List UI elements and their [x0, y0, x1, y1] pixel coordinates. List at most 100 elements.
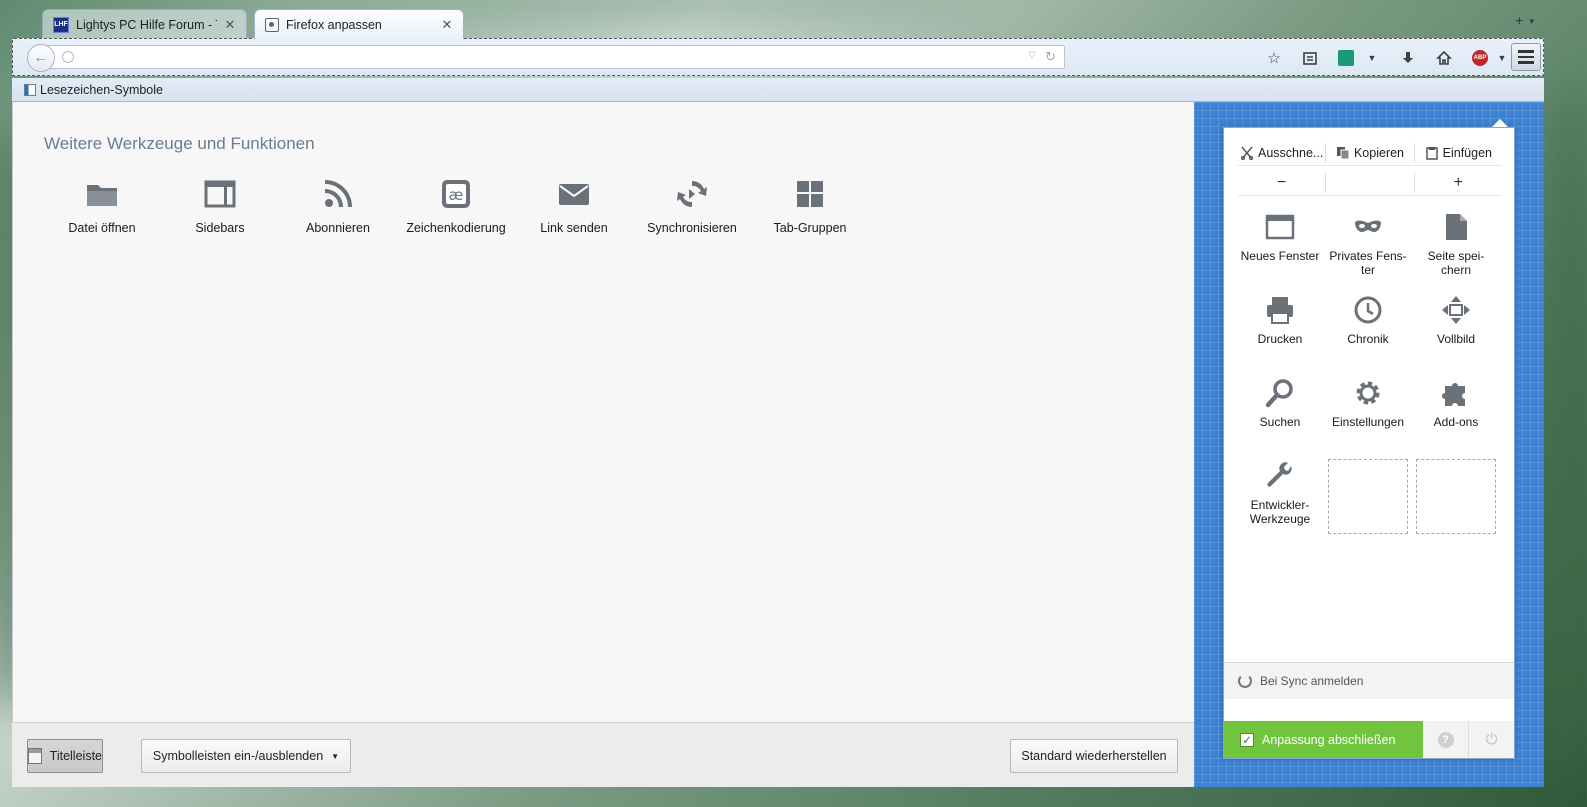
- downloads-icon[interactable]: [1397, 47, 1419, 69]
- palette-item-email-link[interactable]: Link senden: [515, 177, 633, 235]
- tabstrip-controls: + ▾: [1515, 12, 1534, 28]
- lhf-favicon-icon: LHF: [53, 16, 69, 33]
- navigation-toolbar: ← ▽ ↻ ☆ ▼ ABP ▼: [12, 38, 1544, 76]
- copy-button[interactable]: Kopieren: [1325, 142, 1413, 163]
- empty-slot-placeholder: [1416, 459, 1496, 534]
- panel-item-label: Einstellungen: [1331, 415, 1405, 429]
- sync-label: Bei Sync anmelden: [1260, 674, 1364, 688]
- panel-item-new-window[interactable]: Neues Fenster: [1236, 210, 1324, 293]
- panel-item-label: Drucken: [1257, 332, 1303, 346]
- copy-label: Kopieren: [1353, 145, 1405, 160]
- palette-item-label: Tab-Gruppen: [773, 221, 847, 235]
- paste-button[interactable]: Einfügen: [1413, 142, 1502, 163]
- palette-item-label: Link senden: [540, 221, 608, 235]
- new-tab-icon[interactable]: +: [1515, 12, 1523, 28]
- palette-item-label: Zeichenkodierung: [406, 221, 506, 235]
- bookmarks-toolbar: Lesezeichen-Symbole: [12, 78, 1544, 102]
- panel-item-label: Privates Fens-ter: [1329, 249, 1407, 277]
- palette-item-open-file[interactable]: Datei öffnen: [43, 177, 161, 235]
- url-bar[interactable]: ▽ ↻: [39, 45, 1065, 69]
- zoom-reset-button[interactable]: [1325, 172, 1413, 193]
- help-button[interactable]: ?: [1423, 721, 1468, 758]
- sync-signin-row[interactable]: Bei Sync anmelden: [1224, 662, 1514, 699]
- titlebar-toggle-button[interactable]: Titelleiste: [27, 739, 103, 773]
- history-dropdown-icon[interactable]: ▽: [1028, 50, 1036, 61]
- tab-groups-icon: [797, 181, 823, 207]
- page-title: Weitere Werkzeuge und Funktionen: [44, 134, 315, 153]
- sync-icon: [1238, 674, 1252, 688]
- panel-item-print[interactable]: Drucken: [1236, 293, 1324, 376]
- palette-item-subscribe[interactable]: Abonnieren: [279, 177, 397, 235]
- panel-item-developer-tools[interactable]: Entwickler- Werkzeuge: [1236, 459, 1324, 542]
- gear-icon: [1356, 381, 1380, 405]
- panel-item-fullscreen[interactable]: Vollbild: [1412, 293, 1500, 376]
- page-icon: [1446, 214, 1467, 240]
- close-icon[interactable]: ✕: [224, 17, 236, 33]
- restore-label: Standard wiederherstellen: [1021, 749, 1167, 763]
- panel-arrow: [1492, 119, 1508, 127]
- help-icon: ?: [1437, 731, 1454, 748]
- printer-icon: [1267, 297, 1293, 324]
- dropdown-arrow-icon: ▼: [331, 751, 340, 761]
- exit-customize-button[interactable]: ✓ Anpassung abschließen: [1224, 721, 1423, 758]
- puzzle-icon: [1442, 383, 1465, 406]
- sidebar-icon: [204, 180, 236, 208]
- restore-defaults-button[interactable]: Standard wiederherstellen: [1010, 739, 1178, 773]
- bookmarks-folder-icon: [24, 83, 36, 96]
- tab-lightys-forum[interactable]: LHF Lightys PC Hilfe Forum - T... ✕: [42, 9, 247, 39]
- fullscreen-icon: [1442, 296, 1470, 324]
- panel-item-preferences[interactable]: Einstellungen: [1324, 376, 1412, 459]
- clock-icon: [1354, 296, 1382, 324]
- bookmark-star-icon[interactable]: ☆: [1263, 47, 1285, 69]
- window-icon: [1265, 214, 1295, 240]
- identity-globe-icon: [62, 51, 74, 63]
- bookmarks-toolbar-item[interactable]: Lesezeichen-Symbole: [40, 83, 163, 97]
- encoding-icon: æ: [442, 180, 470, 208]
- palette-item-label: Abonnieren: [306, 221, 370, 235]
- zoom-controls: − +: [1238, 170, 1502, 196]
- wrench-icon: [1267, 462, 1292, 487]
- tab-firefox-anpassen[interactable]: Firefox anpassen ✕: [254, 9, 464, 39]
- panel-item-private-window[interactable]: Privates Fens-ter: [1324, 210, 1412, 293]
- cut-button[interactable]: Ausschne...: [1238, 143, 1325, 163]
- zoom-out-button[interactable]: −: [1238, 173, 1325, 193]
- tab-strip: LHF Lightys PC Hilfe Forum - T... ✕ Fire…: [12, 6, 1544, 39]
- palette-item-sync[interactable]: Synchronisieren: [633, 177, 751, 235]
- quit-button[interactable]: ⏻: [1468, 721, 1514, 758]
- panel-item-history[interactable]: Chronik: [1324, 293, 1412, 376]
- palette-item-encoding[interactable]: æ Zeichenkodierung: [397, 177, 515, 235]
- bookmarks-menu-icon[interactable]: [1299, 47, 1321, 69]
- toolbars-label: Symbolleisten ein-/ausblenden: [152, 749, 324, 763]
- panel-item-save-page[interactable]: Seite spei-chern: [1412, 210, 1500, 293]
- panel-item-label: Vollbild: [1436, 332, 1476, 346]
- panel-item-find[interactable]: Suchen: [1236, 376, 1324, 459]
- svg-text:æ: æ: [449, 186, 464, 204]
- panel-items-grid: Neues Fenster Privates Fens-ter Seite sp…: [1236, 210, 1500, 542]
- dropdown-icon[interactable]: ▼: [1361, 47, 1383, 69]
- tab-label: Lightys PC Hilfe Forum - T...: [76, 17, 217, 32]
- reload-icon[interactable]: ↻: [1045, 49, 1056, 65]
- adblock-dropdown-icon[interactable]: ▼: [1491, 47, 1513, 69]
- panel-item-label: Seite spei-chern: [1427, 249, 1485, 277]
- back-button[interactable]: ←: [27, 44, 55, 72]
- panel-item-label: Suchen: [1259, 415, 1301, 429]
- adblock-plus-icon[interactable]: ABP: [1469, 47, 1491, 69]
- close-icon[interactable]: ✕: [441, 17, 453, 33]
- customization-palette: Datei öffnen Sidebars Abonnieren æ Zeich…: [43, 177, 869, 235]
- home-icon[interactable]: [1433, 47, 1455, 69]
- zoom-in-button[interactable]: +: [1413, 172, 1502, 193]
- palette-item-tab-groups[interactable]: Tab-Gruppen: [751, 177, 869, 235]
- envelope-icon: [559, 184, 589, 205]
- clipboard-icon: [1425, 146, 1438, 160]
- paste-label: Einfügen: [1442, 145, 1492, 160]
- toolbars-toggle-button[interactable]: Symbolleisten ein-/ausblenden ▼: [141, 739, 351, 773]
- edit-controls: Ausschne... Kopieren Einfügen: [1238, 140, 1502, 166]
- palette-item-sidebars[interactable]: Sidebars: [161, 177, 279, 235]
- list-all-tabs-icon[interactable]: ▾: [1529, 16, 1534, 28]
- panel-item-addons[interactable]: Add-ons: [1412, 376, 1500, 459]
- folder-icon: [87, 185, 117, 206]
- copy-icon: [1336, 146, 1350, 159]
- hamburger-menu-button[interactable]: [1511, 43, 1541, 71]
- rss-icon: [324, 180, 352, 208]
- addon-green-icon[interactable]: [1335, 47, 1357, 69]
